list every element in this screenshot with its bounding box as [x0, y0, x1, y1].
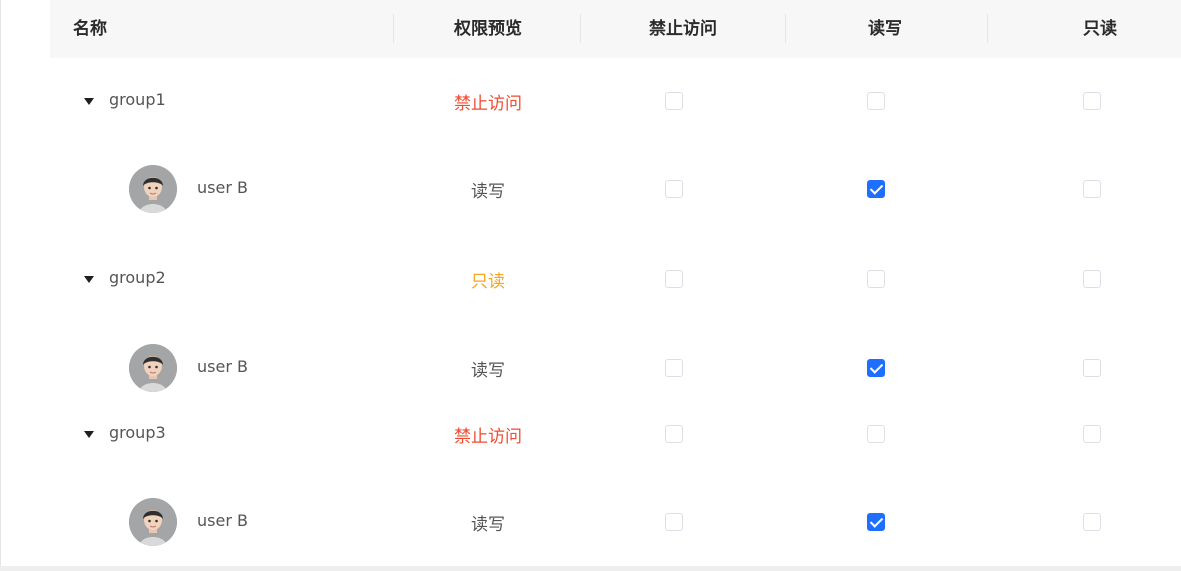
permission-table: 名称 权限预览 禁止访问 读写 只读 group1 禁止访问 user B 读写 gro…: [0, 0, 1181, 571]
header-readonly: 只读: [1083, 19, 1117, 39]
user-row: user B 读写: [0, 492, 1181, 552]
group-row: group2 只读: [0, 249, 1181, 309]
deny-checkbox[interactable]: [665, 513, 683, 531]
avatar-icon: [129, 165, 177, 213]
permission-preview: 读写: [471, 182, 505, 202]
deny-checkbox[interactable]: [665, 180, 683, 198]
header-divider: [580, 14, 581, 43]
group-row: group1 禁止访问: [0, 71, 1181, 131]
readwrite-checkbox[interactable]: [867, 92, 885, 110]
header-divider: [785, 14, 786, 43]
expand-caret-icon[interactable]: [84, 431, 94, 438]
avatar-icon: [129, 498, 177, 546]
user-row: user B 读写: [0, 159, 1181, 219]
deny-checkbox[interactable]: [665, 359, 683, 377]
table-header: 名称 权限预览 禁止访问 读写 只读: [50, 0, 1181, 58]
permission-preview: 禁止访问: [454, 427, 522, 447]
group-name: group3: [109, 423, 166, 442]
permission-preview: 读写: [471, 515, 505, 535]
user-row: user B 读写: [0, 338, 1181, 398]
readonly-checkbox[interactable]: [1083, 513, 1101, 531]
header-divider: [987, 14, 988, 43]
deny-checkbox[interactable]: [665, 270, 683, 288]
readonly-checkbox[interactable]: [1083, 425, 1101, 443]
permission-preview: 禁止访问: [454, 94, 522, 114]
readwrite-checkbox[interactable]: [867, 513, 885, 531]
header-readwrite: 读写: [868, 19, 902, 39]
user-name: user B: [197, 511, 248, 530]
header-permission-preview: 权限预览: [454, 19, 522, 39]
permission-preview: 读写: [471, 361, 505, 381]
deny-checkbox[interactable]: [665, 425, 683, 443]
header-divider: [393, 14, 394, 43]
readonly-checkbox[interactable]: [1083, 359, 1101, 377]
header-deny: 禁止访问: [649, 19, 717, 39]
readwrite-checkbox[interactable]: [867, 359, 885, 377]
expand-caret-icon[interactable]: [84, 98, 94, 105]
expand-caret-icon[interactable]: [84, 276, 94, 283]
group-row: group3 禁止访问: [0, 404, 1181, 464]
readwrite-checkbox[interactable]: [867, 425, 885, 443]
readonly-checkbox[interactable]: [1083, 270, 1101, 288]
user-name: user B: [197, 357, 248, 376]
user-name: user B: [197, 178, 248, 197]
header-name: 名称: [73, 19, 107, 39]
group-name: group1: [109, 90, 166, 109]
deny-checkbox[interactable]: [665, 92, 683, 110]
readonly-checkbox[interactable]: [1083, 180, 1101, 198]
permission-preview: 只读: [471, 272, 505, 292]
avatar-icon: [129, 344, 177, 392]
readwrite-checkbox[interactable]: [867, 180, 885, 198]
readonly-checkbox[interactable]: [1083, 92, 1101, 110]
readwrite-checkbox[interactable]: [867, 270, 885, 288]
table-bottom-border: [0, 566, 1181, 571]
group-name: group2: [109, 268, 166, 287]
